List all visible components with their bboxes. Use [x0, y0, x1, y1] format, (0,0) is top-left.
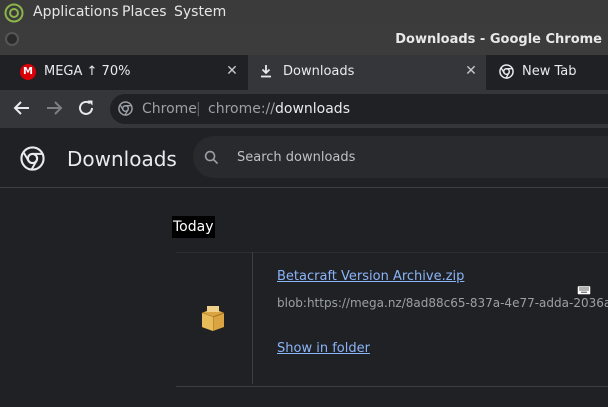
chrome-icon: [499, 64, 514, 79]
download-icon: [261, 65, 271, 78]
window-menu-button[interactable]: [5, 32, 19, 46]
card-divider: [252, 252, 253, 384]
tab-new-tab-label: New Tab: [522, 64, 577, 79]
url-text[interactable]: chrome://downloads: [208, 101, 350, 117]
archive-file-icon: [201, 306, 225, 331]
page-title: Downloads: [67, 147, 177, 171]
window-title: Downloads - Google Chrome: [395, 32, 602, 47]
site-chip-label: Chrome: [142, 101, 197, 117]
keyboard-cursor-icon: [577, 285, 591, 295]
reload-icon[interactable]: [75, 97, 97, 119]
menu-system[interactable]: System: [174, 4, 226, 20]
tab-mega-close-icon[interactable]: ✕: [224, 62, 240, 80]
download-source-url: blob:https://mega.nz/8ad88c65-837a-4e77-…: [277, 296, 608, 310]
mega-icon: M: [20, 64, 36, 80]
chrome-logo-icon: [20, 146, 45, 171]
section-date-label: Today: [172, 216, 215, 238]
menu-applications[interactable]: Applications: [33, 4, 119, 20]
tab-downloads-label: Downloads: [283, 64, 355, 79]
search-input[interactable]: Search downloads: [237, 150, 355, 165]
url-scheme: chrome://: [208, 101, 275, 117]
forward-arrow-icon[interactable]: [43, 97, 65, 119]
tab-mega-label: MEGA ↑ 70%: [44, 64, 131, 79]
search-icon: [204, 150, 219, 165]
omnibox-separator: |: [196, 101, 201, 117]
show-in-folder-link[interactable]: Show in folder: [277, 341, 370, 356]
card-bottom-border: [176, 386, 608, 387]
download-file-link[interactable]: Betacraft Version Archive.zip: [277, 269, 464, 284]
back-arrow-icon[interactable]: [11, 97, 33, 119]
mint-logo-icon[interactable]: [4, 3, 24, 23]
menu-places[interactable]: Places: [122, 4, 167, 20]
chrome-site-icon: [118, 101, 133, 116]
tab-downloads-close-icon[interactable]: ✕: [463, 62, 479, 80]
url-host: downloads: [275, 101, 350, 117]
